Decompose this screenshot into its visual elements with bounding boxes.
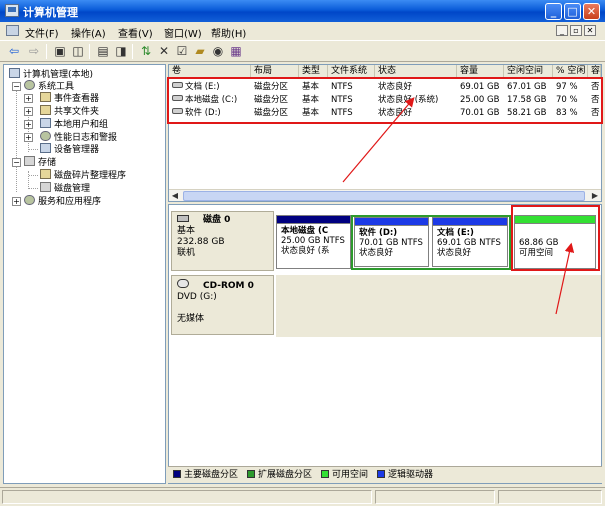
defrag-icon: [40, 169, 51, 179]
toolbar: ⇦ ⇨ ▣ ◫ ▤ ◨ ⇅ ✕ ☑ ▰ ◉ ▦: [0, 40, 605, 62]
tree-device-manager[interactable]: 设备管理器: [40, 143, 99, 155]
scroll-right-icon[interactable]: ▶: [589, 190, 601, 202]
partition-d[interactable]: 软件 (D:) 70.01 GB NTFS 状态良好: [354, 217, 429, 267]
refresh-icon[interactable]: ⇅: [138, 44, 154, 59]
cdrom-0-label[interactable]: CD-ROM 0 DVD (G:) 无媒体: [171, 275, 274, 335]
annotation-box-volumes: [167, 77, 603, 124]
tree-local-users[interactable]: 本地用户和组: [40, 118, 108, 130]
device-manager-icon: [40, 143, 51, 153]
cdrom-area: [276, 275, 601, 337]
scroll-thumb[interactable]: [183, 191, 585, 201]
window-title: 计算机管理: [23, 6, 78, 19]
expand-event-viewer[interactable]: +: [24, 94, 33, 103]
disk-icon[interactable]: ◉: [210, 44, 226, 59]
annotation-box-free-space: [511, 205, 600, 271]
tree-perf-logs[interactable]: 性能日志和警报: [40, 131, 117, 143]
tree-root[interactable]: 计算机管理(本地): [9, 68, 93, 80]
services-icon: [24, 195, 35, 205]
expand-perf-logs[interactable]: +: [24, 133, 33, 142]
help-icon[interactable]: ◨: [113, 44, 129, 59]
hard-disk-icon: [177, 215, 189, 222]
collapse-system-tools[interactable]: −: [12, 82, 21, 91]
child-close-button[interactable]: ✕: [584, 25, 596, 36]
back-arrow-icon[interactable]: ⇦: [6, 44, 22, 59]
child-minimize-button[interactable]: _: [556, 25, 568, 36]
menu-file[interactable]: 文件(F): [25, 25, 59, 40]
tree-defrag[interactable]: 磁盘碎片整理程序: [40, 169, 126, 181]
disk-0-label[interactable]: 磁盘 0 基本 232.88 GB 联机: [171, 211, 274, 271]
settings-icon[interactable]: ▦: [228, 44, 244, 59]
expand-services[interactable]: +: [12, 197, 21, 206]
title-bar[interactable]: 计算机管理 _ □ ✕: [0, 0, 605, 22]
shared-folder-icon: [40, 105, 51, 115]
computer-icon: [9, 68, 20, 78]
legend-logical: 逻辑驱动器: [377, 470, 433, 480]
computer-management-icon: [5, 4, 19, 17]
status-panel-main: [2, 490, 372, 504]
open-folder-icon[interactable]: ▰: [192, 44, 208, 59]
child-restore-button[interactable]: ▫: [570, 25, 582, 36]
disk-management-icon: [40, 182, 51, 192]
collapse-storage[interactable]: −: [12, 158, 21, 167]
tools-icon: [24, 80, 35, 90]
menu-action[interactable]: 操作(A): [71, 25, 106, 40]
menu-window[interactable]: 窗口(W): [164, 25, 202, 40]
cdrom-icon: [177, 279, 189, 288]
properties-icon[interactable]: ▤: [95, 44, 111, 59]
forward-arrow-icon[interactable]: ⇨: [26, 44, 42, 59]
show-tree-icon[interactable]: ◫: [70, 44, 86, 59]
performance-icon: [40, 131, 51, 141]
close-button[interactable]: ✕: [583, 3, 600, 20]
console-tree: 计算机管理(本地) − 系统工具 + 事件查看器 + 共享文件夹 + 本地用户和…: [3, 64, 166, 484]
horizontal-scrollbar[interactable]: ◀ ▶: [169, 189, 601, 201]
status-panel-3: [498, 490, 602, 504]
users-icon: [40, 118, 51, 128]
mdi-window-icon[interactable]: [6, 25, 19, 36]
legend: 主要磁盘分区 扩展磁盘分区 可用空间 逻辑驱动器: [168, 466, 602, 483]
legend-primary: 主要磁盘分区: [173, 470, 238, 480]
tree-shared-folders[interactable]: 共享文件夹: [40, 105, 99, 117]
menu-view[interactable]: 查看(V): [118, 25, 153, 40]
up-folder-icon[interactable]: ▣: [52, 44, 68, 59]
delete-icon[interactable]: ✕: [156, 44, 172, 59]
tree-event-viewer[interactable]: 事件查看器: [40, 92, 99, 104]
storage-icon: [24, 156, 35, 166]
legend-extended: 扩展磁盘分区: [247, 470, 312, 480]
check-icon[interactable]: ☑: [174, 44, 190, 59]
scroll-left-icon[interactable]: ◀: [169, 190, 181, 202]
menu-help[interactable]: 帮助(H): [211, 25, 246, 40]
tree-disk-management[interactable]: 磁盘管理: [40, 182, 90, 194]
maximize-button[interactable]: □: [564, 3, 581, 20]
tree-storage[interactable]: 存储: [24, 156, 56, 168]
expand-shared-folders[interactable]: +: [24, 107, 33, 116]
expand-local-users[interactable]: +: [24, 120, 33, 129]
minimize-button[interactable]: _: [545, 3, 562, 20]
tree-services[interactable]: 服务和应用程序: [24, 195, 101, 207]
status-panel-2: [375, 490, 495, 504]
legend-free: 可用空间: [321, 470, 368, 480]
partition-e[interactable]: 文档 (E:) 69.01 GB NTFS 状态良好: [432, 217, 508, 267]
event-viewer-icon: [40, 92, 51, 102]
tree-system-tools[interactable]: 系统工具: [24, 80, 74, 92]
menu-bar: 文件(F) 操作(A) 查看(V) 窗口(W) 帮助(H) _ ▫ ✕: [0, 22, 605, 40]
status-bar: [0, 487, 605, 506]
partition-c[interactable]: 本地磁盘 (C 25.00 GB NTFS 状态良好 (系: [276, 215, 351, 269]
